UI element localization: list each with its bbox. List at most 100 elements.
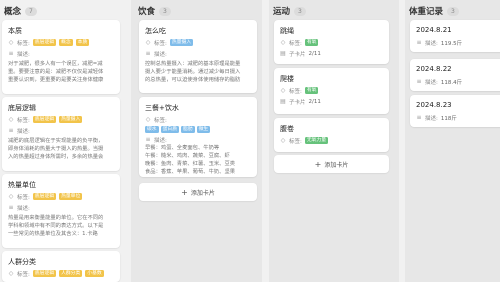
card-title: 热量单位 xyxy=(8,181,36,189)
tag-row: ◇ 标签: 有氧 xyxy=(280,86,319,95)
card-title: 底层逻辑 xyxy=(8,104,36,112)
card-weight-entry[interactable]: 2024.8.23 ≡ 描述: 118斤 xyxy=(410,95,500,127)
card-description: 控制总热量摄入：减肥的基本原理是能量 摄入要少于能量消耗。通过减少每日摄入 的总… xyxy=(145,60,240,84)
card-description: 早餐：鸡蛋、全麦面包、牛奶等 午餐：糙米、鸡肉、蔬菜、豆腐、虾 晚餐：鱼肉、青菜… xyxy=(145,144,235,176)
description-icon: ≡ xyxy=(145,136,151,143)
desc-line: 的总热量，可以迫使身体使用储存的脂肪 xyxy=(145,77,241,83)
desc-line: 重要认识到，更重要的是要关注身体健康 xyxy=(8,77,104,83)
description-icon: ≡ xyxy=(8,50,14,57)
tag-row: ◇ 标签: xyxy=(145,115,167,124)
column-exercise: 运动 3 跳绳 ◇ 标签: 有氧 ▤ 子卡片 2/11 爬楼 ◇ 标签: 有氧 xyxy=(269,0,399,282)
desc-row: ≡ 描述: xyxy=(8,126,30,135)
desc-line: 学科和领域中有不同的表达方式。以下是 xyxy=(8,223,104,229)
tag-row: ◇ 标签: 无氧力量 xyxy=(280,136,329,145)
card-title: 三餐+饮水 xyxy=(145,104,179,112)
card-crunch[interactable]: 腹卷 ◇ 标签: 无氧力量 xyxy=(274,118,389,152)
tag[interactable]: 有氧 xyxy=(304,39,319,46)
tag[interactable]: 人群分类 xyxy=(59,270,83,277)
column-weight-log: 体重记录 3 2024.8.21 ≡ 描述: 119.5斤 2024.8.22 … xyxy=(405,0,500,282)
tag-label: 标签: xyxy=(154,117,167,124)
add-card-label: 添加卡片 xyxy=(324,161,349,169)
tag-row: ◇ 标签: 底层逻辑 热量摄入 xyxy=(8,115,83,124)
column-count-badge: 3 xyxy=(447,6,459,16)
add-card-button[interactable]: + 添加卡片 xyxy=(274,155,389,173)
desc-line: 减肥的底层逻辑在于实现能量的负平衡， xyxy=(8,138,104,144)
card-title: 2024.8.23 xyxy=(416,101,452,109)
tag[interactable]: 本质 xyxy=(75,39,90,46)
tag[interactable]: 底层逻辑 xyxy=(32,193,57,200)
tag-row: ◇ 标签: 底层逻辑 人群分类 小基数 xyxy=(8,269,104,278)
description-icon: ≡ xyxy=(416,78,422,85)
card-description: 减肥的底层逻辑在于实现能量的负平衡， 即身体消耗的热量大于摄入的热量。当摄 入的… xyxy=(8,137,103,161)
tag[interactable]: 蛋白质 xyxy=(160,126,180,133)
plus-icon: + xyxy=(314,159,322,169)
desc-line: 对于减肥，很多人有一个误区，减肥=减 xyxy=(8,61,103,67)
desc-row: ≡ 描述: xyxy=(8,203,29,212)
tag[interactable]: 有氧 xyxy=(304,87,319,94)
column-header[interactable]: 体重记录 3 xyxy=(409,4,459,18)
desc-label: 描述: xyxy=(17,51,30,58)
card-weight-entry[interactable]: 2024.8.21 ≡ 描述: 119.5斤 xyxy=(410,20,500,52)
tag-icon: ◇ xyxy=(280,87,286,94)
subcard-row[interactable]: ▤ 子卡片 2/11 xyxy=(280,97,321,106)
tag[interactable]: 微生 xyxy=(196,126,211,133)
card-weight-entry[interactable]: 2024.8.22 ≡ 描述: 118.4斤 xyxy=(410,59,500,91)
tag-icon: ◇ xyxy=(8,270,14,277)
card-calorie-unit[interactable]: 热量单位 ◇ 标签: 底层逻辑 热量单位 ≡ 描述: 热量是用来衡量能量的单位。… xyxy=(2,174,120,248)
tag-icon: ◇ xyxy=(145,39,151,46)
tag-row: ◇ 标签: 底层逻辑 概念 本质 xyxy=(8,38,90,47)
card-essence[interactable]: 本质 ◇ 标签: 底层逻辑 概念 本质 ≡ 描述: 对于减肥，很多人有一个误区，… xyxy=(2,20,120,94)
plus-icon: + xyxy=(181,187,188,197)
card-title: 爬楼 xyxy=(280,75,294,83)
column-header[interactable]: 概念 7 xyxy=(4,4,37,18)
column-header[interactable]: 饮食 3 xyxy=(138,4,171,18)
card-title: 怎么吃 xyxy=(145,27,166,35)
weight-value: 119.5斤 xyxy=(440,40,463,47)
subcard-progress: 2/11 xyxy=(308,50,321,57)
tag[interactable]: 热量摄入 xyxy=(169,39,194,46)
tag[interactable]: 热量单位 xyxy=(59,193,83,200)
tag-icon: ◇ xyxy=(8,39,14,46)
tag[interactable]: 无氧力量 xyxy=(304,137,329,144)
desc-line: 午餐：糙米、鸡肉、蔬菜、豆腐、虾 xyxy=(145,153,230,159)
tag[interactable]: 底层逻辑 xyxy=(32,39,57,46)
card-jump-rope[interactable]: 跳绳 ◇ 标签: 有氧 ▤ 子卡片 2/11 xyxy=(274,20,389,64)
desc-row: ≡ 描述: 119.5斤 xyxy=(416,38,462,47)
tag-row: ◇ 标签: 热量摄入 xyxy=(145,38,194,47)
tag-icon: ◇ xyxy=(145,116,151,123)
tag-row: ◇ 标签: 底层逻辑 热量单位 xyxy=(8,192,83,201)
card-title: 人群分类 xyxy=(8,258,36,266)
tag-label: 标签: xyxy=(289,40,302,47)
column-header[interactable]: 运动 3 xyxy=(273,4,306,18)
desc-line: 晚餐：鱼肉、青菜、红薯、玉米、豆类 xyxy=(145,161,236,167)
subcard-progress: 2/11 xyxy=(308,98,321,105)
tag[interactable]: 热量摄入 xyxy=(59,116,83,123)
desc-line: 控制总热量摄入：减肥的基本原理是能量 xyxy=(145,61,241,67)
desc-row: ≡ 描述: xyxy=(145,49,166,58)
card-description: 对于减肥，很多人有一个误区，减肥=减 重。要要注意的是：减肥不仅仅是减轻体 重要… xyxy=(8,60,103,84)
card-meals-water[interactable]: 三餐+饮水 ◇ 标签: 碳水 蛋白质 脂肪 微生 ≡ 描述: 早餐：鸡蛋、全麦面… xyxy=(139,97,257,177)
card-population[interactable]: 人群分类 ◇ 标签: 底层逻辑 人群分类 小基数 xyxy=(2,251,120,282)
description-icon: ≡ xyxy=(145,50,151,57)
card-underlying-logic[interactable]: 底层逻辑 ◇ 标签: 底层逻辑 热量摄入 ≡ 描述: 减肥的底层逻辑在于实现能量… xyxy=(2,97,120,171)
desc-row: ≡ 描述: xyxy=(8,49,30,58)
description-icon: ≡ xyxy=(8,127,14,134)
column-count-badge: 3 xyxy=(159,6,171,16)
tag[interactable]: 底层逻辑 xyxy=(32,270,57,277)
desc-label: 描述: xyxy=(425,115,438,122)
tag[interactable]: 碳水 xyxy=(145,126,159,133)
description-icon: ≡ xyxy=(416,114,422,121)
tag-label: 标签: xyxy=(17,117,30,124)
card-title: 2024.8.21 xyxy=(416,26,452,34)
add-card-button[interactable]: + 添加卡片 xyxy=(139,183,257,201)
tag[interactable]: 脂肪 xyxy=(181,126,195,133)
card-how-to-eat[interactable]: 怎么吃 ◇ 标签: 热量摄入 ≡ 描述: 控制总热量摄入：减肥的基本原理是能量 … xyxy=(139,20,257,93)
subcard-row[interactable]: ▤ 子卡片 2/11 xyxy=(280,49,321,58)
tag[interactable]: 底层逻辑 xyxy=(32,116,57,123)
column-title: 体重记录 xyxy=(409,7,444,17)
subcard-label: 子卡片 xyxy=(289,99,306,106)
desc-label: 描述: xyxy=(17,128,30,135)
card-stair-climb[interactable]: 爬楼 ◇ 标签: 有氧 ▤ 子卡片 2/11 xyxy=(274,68,389,114)
tag[interactable]: 概念 xyxy=(59,39,73,46)
tag[interactable]: 小基数 xyxy=(85,270,104,277)
